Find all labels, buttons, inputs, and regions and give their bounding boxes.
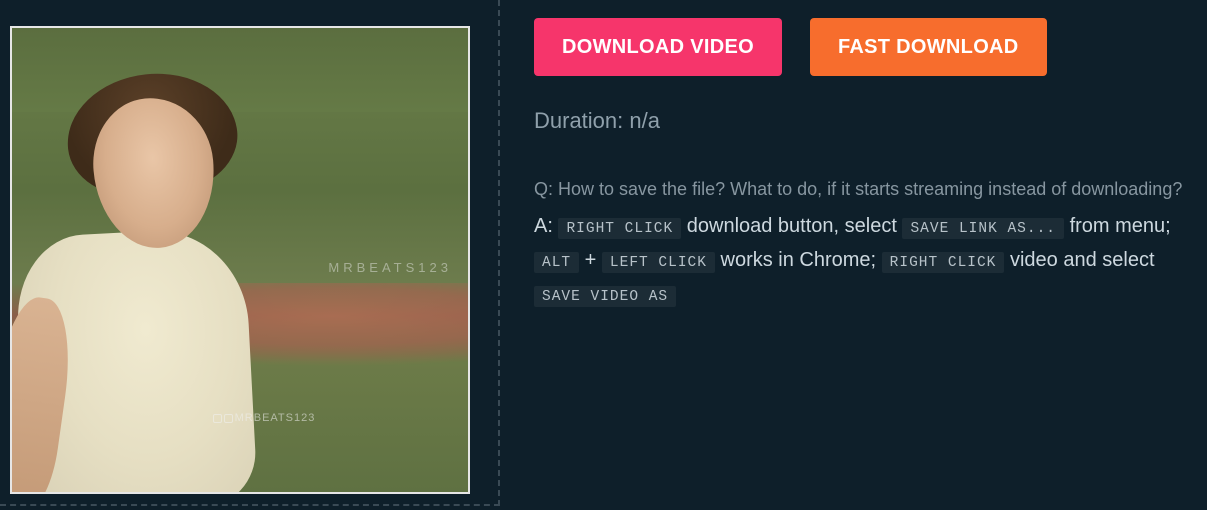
faq-answer: A: RIGHT CLICK download button, select S… [534, 209, 1197, 311]
duration-value: n/a [629, 108, 660, 133]
answer-prefix: A: [534, 215, 553, 237]
download-video-button[interactable]: DOWNLOAD VIDEO [534, 18, 782, 76]
watermark-text: MRBEATS123 [328, 260, 452, 275]
duration-label: Duration: [534, 108, 623, 133]
video-thumbnail[interactable]: MRBEATS123 MRBEATS123 [10, 26, 470, 494]
instagram-icon [213, 414, 222, 423]
fast-download-button[interactable]: FAST DOWNLOAD [810, 18, 1047, 76]
kbd-save-link-as: SAVE LINK AS... [902, 218, 1064, 239]
kbd-left-click: LEFT CLICK [602, 252, 715, 273]
faq-question: Q: How to save the file? What to do, if … [534, 176, 1197, 203]
watermark-handle: MRBEATS123 [213, 412, 316, 424]
camera-icon [224, 414, 233, 423]
kbd-right-click: RIGHT CLICK [558, 218, 681, 239]
kbd-save-video-as: SAVE VIDEO AS [534, 286, 676, 307]
kbd-right-click-2: RIGHT CLICK [882, 252, 1005, 273]
info-panel: DOWNLOAD VIDEO FAST DOWNLOAD Duration: n… [500, 0, 1207, 506]
duration-line: Duration: n/a [534, 108, 1197, 134]
thumbnail-panel: MRBEATS123 MRBEATS123 [0, 0, 500, 506]
thumbnail-image: MRBEATS123 MRBEATS123 [12, 28, 468, 492]
kbd-alt: ALT [534, 252, 579, 273]
